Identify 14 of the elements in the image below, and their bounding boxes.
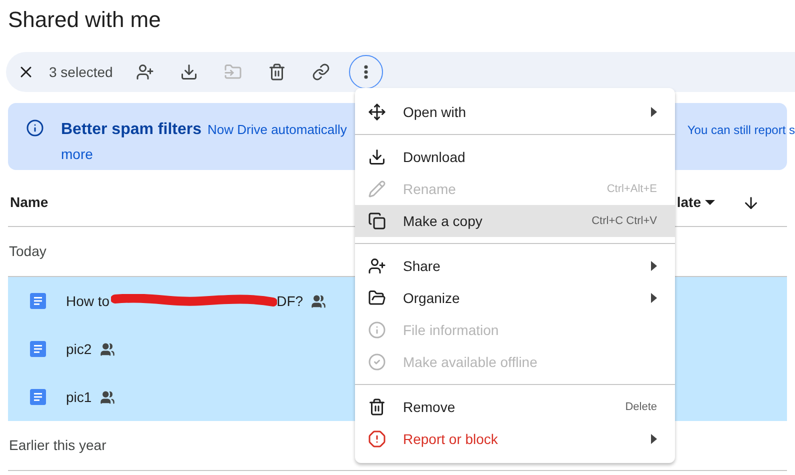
banner-text: You can still report s xyxy=(687,122,795,139)
page-title: Shared with me xyxy=(8,6,161,34)
file-name: DF? xyxy=(276,292,304,310)
file-name: pic1 xyxy=(66,388,92,407)
group-heading: Today xyxy=(9,242,46,261)
selection-count: 3 selected xyxy=(49,62,113,82)
group-heading: Earlier this year xyxy=(9,436,106,455)
file-name: How to xyxy=(66,292,110,310)
shortcut-text: Ctrl+Alt+E xyxy=(606,182,657,197)
banner-text: Now Drive automatically xyxy=(208,121,347,139)
shortcut-text: Delete xyxy=(625,400,657,415)
file-name: pic2 xyxy=(66,340,92,359)
shortcut-text: Ctrl+C Ctrl+V xyxy=(592,214,657,229)
banner-title: Better spam filters xyxy=(61,120,202,140)
